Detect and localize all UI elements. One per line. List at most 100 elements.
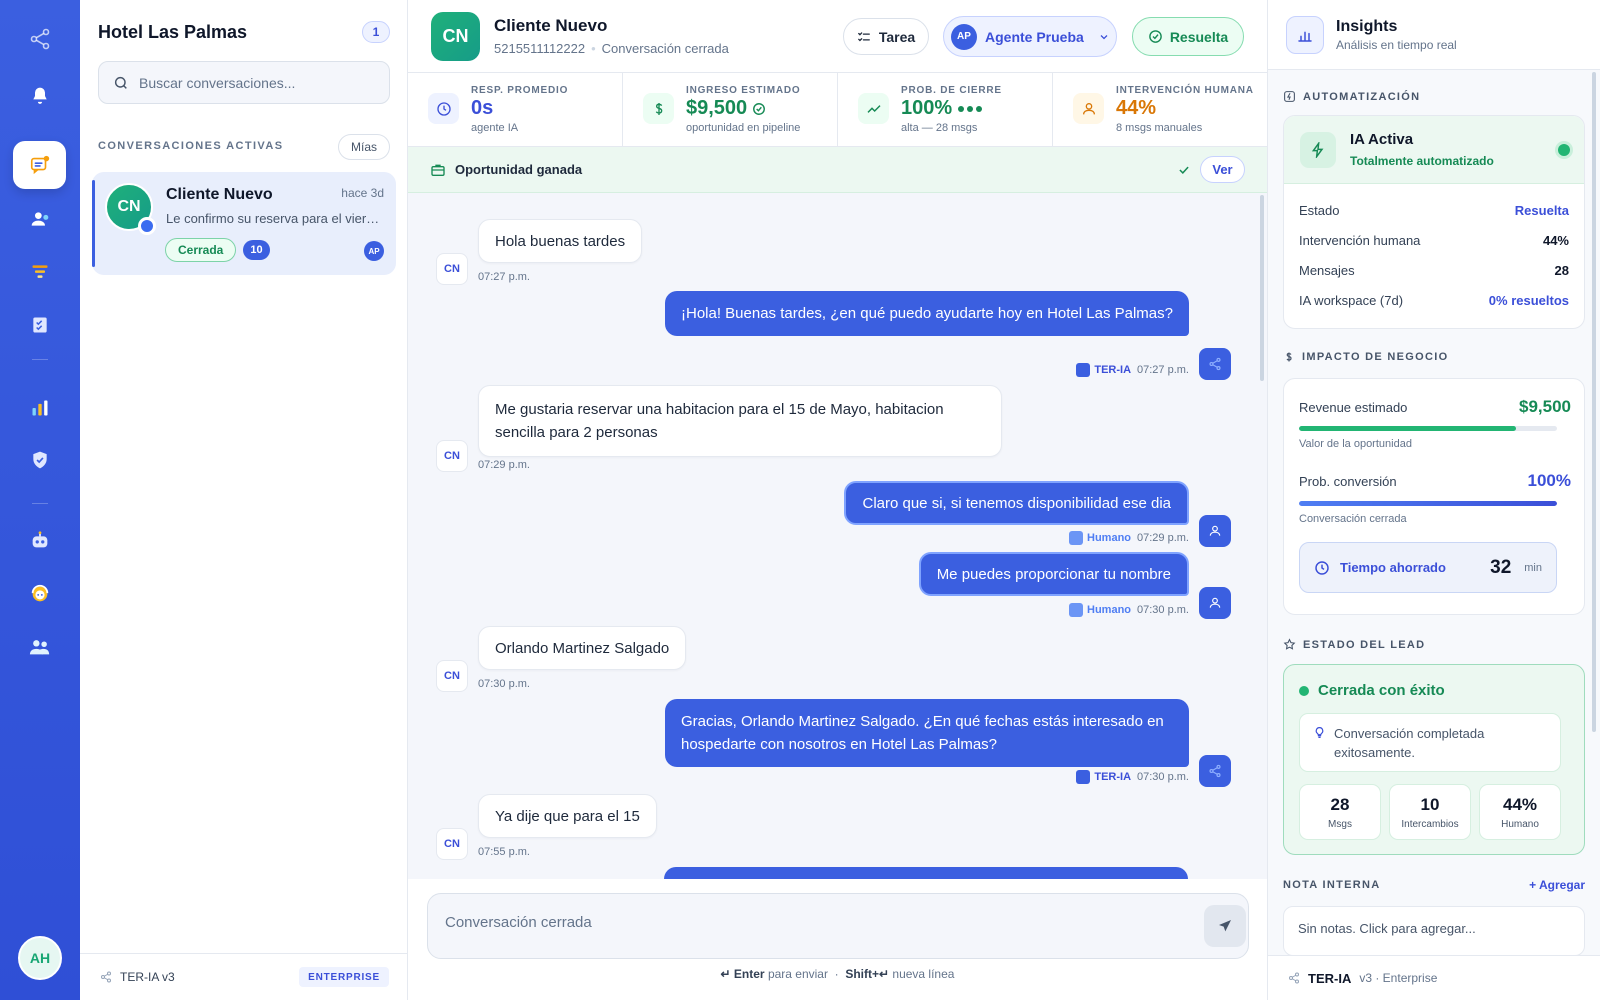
channel-indicator xyxy=(138,217,156,235)
search-input[interactable] xyxy=(139,74,379,91)
message-meta: TER-IA 07:30 p.m. xyxy=(1076,770,1189,784)
status-badge: Cerrada xyxy=(165,238,237,262)
agent-avatar: AP xyxy=(951,23,977,50)
kpi-value: 100% xyxy=(901,97,983,120)
human-agent-avatar xyxy=(1199,587,1231,619)
check-circle-icon xyxy=(1148,29,1163,44)
revenue-progress xyxy=(1299,426,1557,431)
message-time: 07:27 p.m. xyxy=(1137,364,1189,376)
chat-header: CN Cliente Nuevo 5215511112222 • Convers… xyxy=(408,0,1267,73)
outgoing-message: Claro que si, si tenemos disponibilidad … xyxy=(844,481,1189,525)
contacts-icon[interactable] xyxy=(13,195,66,243)
chat-icon[interactable] xyxy=(13,141,66,189)
message-count-badge: 10 xyxy=(243,240,270,260)
contact-avatar: CN xyxy=(436,660,468,692)
outgoing-message-partial xyxy=(664,867,1188,879)
contact-phone: 5215511112222 xyxy=(494,41,586,56)
ai-agent-avatar xyxy=(1199,755,1231,787)
workspace-title: Hotel Las Palmas xyxy=(98,22,248,42)
stat-messages: 28 Msgs xyxy=(1299,784,1381,840)
impact-section-title: IMPACTO DE NEGOCIO xyxy=(1283,351,1448,363)
contact-subtitle: 5215511112222 • Conversación cerrada xyxy=(494,41,729,56)
insights-panel: Insights Análisis en tiempo real AUTOMAT… xyxy=(1268,0,1600,1000)
lightbulb-icon xyxy=(1313,726,1326,739)
kpi-revenue: INGRESO ESTIMADO $9,500 oportunidad en p… xyxy=(623,73,838,147)
chat-panel: CN Cliente Nuevo 5215511112222 • Convers… xyxy=(408,0,1268,1000)
insights-title: Insights xyxy=(1336,18,1398,35)
incoming-message: Me gustaria reservar una habitacion para… xyxy=(478,385,1002,457)
support-agent-icon[interactable] xyxy=(13,570,66,618)
check-circle-icon xyxy=(752,102,766,116)
message-author: TER-IA xyxy=(1076,770,1131,784)
brand-logo-icon xyxy=(100,971,112,983)
add-note-link[interactable]: + Agregar xyxy=(1529,878,1585,892)
insights-scrollbar[interactable] xyxy=(1592,72,1596,732)
plan-badge: ENTERPRISE xyxy=(299,967,389,987)
outgoing-message: ¡Hola! Buenas tardes, ¿en qué puedo ayud… xyxy=(665,291,1189,336)
lead-section-title: ESTADO DEL LEAD xyxy=(1283,638,1425,651)
ia-subtitle: Totalmente automatizado xyxy=(1350,154,1494,168)
revenue-progress-fill xyxy=(1299,426,1516,431)
user-avatar[interactable]: AH xyxy=(18,936,62,980)
tasks-icon[interactable] xyxy=(13,301,66,349)
message-time: 07:29 p.m. xyxy=(1137,532,1189,544)
conversation-time: hace 3d xyxy=(341,186,384,200)
contact-avatar: CN xyxy=(436,253,468,285)
kpi-value: 0s xyxy=(471,97,494,119)
send-button[interactable] xyxy=(1204,905,1246,947)
outgoing-message: Me puedes proporcionar tu nombre xyxy=(918,552,1189,596)
share-icon[interactable] xyxy=(13,15,66,63)
kpi-value: 44% xyxy=(1116,97,1157,119)
agent-avatar: AP xyxy=(364,241,384,261)
human-badge-icon xyxy=(1069,531,1084,545)
agent-selector[interactable]: AP Agente Prueba xyxy=(943,16,1117,57)
filter-mine-button[interactable]: Mías xyxy=(338,134,390,160)
message-time: 07:27 p.m. xyxy=(478,271,530,283)
clock-icon xyxy=(1314,560,1330,576)
bar-chart-icon[interactable] xyxy=(13,384,66,432)
brand-version: v3 · Enterprise xyxy=(1359,971,1438,985)
contact-name: Cliente Nuevo xyxy=(166,186,273,203)
kv-row: Mensajes 28 xyxy=(1299,262,1569,278)
thread-scrollbar[interactable] xyxy=(1260,195,1264,381)
conversation-count-badge: 1 xyxy=(362,21,390,43)
bar-chart-icon xyxy=(1286,16,1324,54)
separator-dot: • xyxy=(591,41,596,56)
message-thread[interactable]: Hola buenas tardes CN 07:27 p.m. ¡Hola! … xyxy=(408,193,1267,879)
task-button[interactable]: Tarea xyxy=(843,18,929,55)
conversation-item[interactable]: CN Cliente Nuevo hace 3d Le confirmo su … xyxy=(92,172,396,275)
message-meta: TER-IA 07:27 p.m. xyxy=(1076,363,1189,377)
impact-card: Revenue estimado $9,500 Valor de la opor… xyxy=(1283,378,1585,615)
view-opportunity-button[interactable]: Ver xyxy=(1200,156,1245,183)
app-version: TER-IA v3 xyxy=(120,970,175,984)
message-author: Humano xyxy=(1069,531,1131,545)
message-input[interactable] xyxy=(445,914,1145,931)
contact-avatar: CN xyxy=(431,12,480,61)
lead-status-card: Cerrada con éxito Conversación completad… xyxy=(1283,664,1585,855)
kpi-label: INTERVENCIÓN HUMANA xyxy=(1116,85,1254,96)
conversion-row: Prob. conversión 100% xyxy=(1299,471,1571,490)
resolved-button[interactable]: Resuelta xyxy=(1132,17,1244,56)
shield-icon[interactable] xyxy=(13,436,66,484)
automation-card: IA Activa Totalmente automatizado Estado… xyxy=(1283,115,1585,329)
brand-logo-icon xyxy=(1288,972,1300,984)
internal-note-input[interactable]: Sin notas. Click para agregar... xyxy=(1283,906,1585,956)
revenue-row: Revenue estimado $9,500 xyxy=(1299,397,1571,416)
ia-status: IA Activa Totalmente automatizado xyxy=(1284,116,1584,184)
dollar-icon xyxy=(1283,351,1295,363)
lead-note: Conversación completada exitosamente. xyxy=(1299,713,1561,772)
message-time: 07:30 p.m. xyxy=(1137,604,1189,616)
briefcase-icon xyxy=(430,162,446,178)
conversion-sub: Conversación cerrada xyxy=(1299,513,1407,525)
lead-status: Cerrada con éxito xyxy=(1299,682,1445,699)
automation-section-title: AUTOMATIZACIÓN xyxy=(1283,90,1420,103)
message-author: TER-IA xyxy=(1076,363,1131,377)
team-icon[interactable] xyxy=(13,623,66,671)
trend-up-icon xyxy=(858,93,889,124)
outgoing-message: Gracias, Orlando Martinez Salgado. ¿En q… xyxy=(665,699,1189,767)
kpi-label: RESP. PROMEDIO xyxy=(471,85,569,96)
funnel-icon[interactable] xyxy=(13,248,66,296)
kv-row: Intervención humana 44% xyxy=(1299,232,1569,248)
bot-icon[interactable] xyxy=(13,517,66,565)
bell-icon[interactable] xyxy=(13,72,66,120)
